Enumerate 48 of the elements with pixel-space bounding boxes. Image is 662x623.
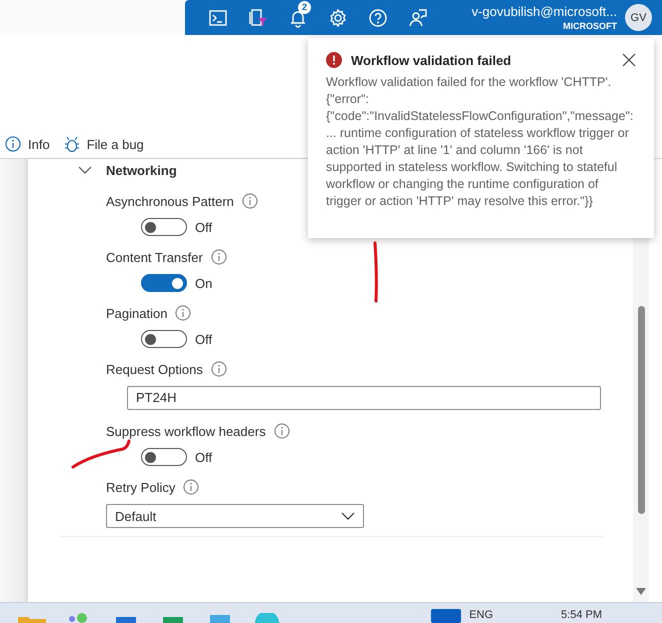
scrollbar-thumb[interactable] <box>638 306 644 514</box>
notification-message: Workflow validation failed for the workflow 'CHTTP'. {"error": {"code":"InvalidStatelessFlowConfiguration","message":... runtime configuration of stateless workflow trigger or action 'HTTP' at line '1' and column '166' is not supported in stateless workflow. Switching to stateful workflow or changing the runtime configuration of trigger or action 'HTTP' may resolve this error."}} <box>326 74 634 210</box>
toggle-state: Off <box>195 450 212 464</box>
toolbar-link[interactable]: File a bug <box>86 136 144 152</box>
section-title[interactable]: Networking <box>106 162 177 178</box>
info-icon[interactable] <box>5 136 21 152</box>
toolbar-link[interactable]: Info <box>28 136 50 152</box>
chevron-icon <box>341 512 355 520</box>
setting-label: Suppress workflow headers <box>106 424 266 438</box>
language-indicator[interactable]: ENG <box>469 609 494 621</box>
toggle-switch[interactable] <box>141 274 187 292</box>
filter-icon[interactable] <box>248 8 268 28</box>
info-icon[interactable] <box>242 193 258 209</box>
toggle-state: Off <box>195 332 212 346</box>
app-icon[interactable] <box>431 609 462 623</box>
toggle-state: On <box>195 276 212 290</box>
clock[interactable]: 5:54 PM <box>561 609 602 621</box>
account-org: MICROSOFT <box>562 20 617 32</box>
error-icon <box>326 52 342 68</box>
dropdown[interactable]: Default <box>106 504 364 528</box>
info-icon[interactable] <box>274 423 290 439</box>
account-name[interactable]: v-govubilish@microsoft... <box>472 4 617 20</box>
setting-label: Request Options <box>106 362 203 376</box>
info-icon[interactable] <box>210 249 227 265</box>
input-field[interactable]: PT24H <box>127 386 601 410</box>
close-icon[interactable] <box>622 53 636 67</box>
info-icon[interactable] <box>183 479 200 495</box>
help-icon[interactable] <box>368 8 388 28</box>
notification-title: Workflow validation failed <box>351 52 512 68</box>
annotation-mark <box>70 438 132 470</box>
notification-badge: 2 <box>298 0 311 14</box>
feedback-icon[interactable] <box>408 8 428 28</box>
info-icon[interactable] <box>210 361 227 377</box>
setting-label: Content Transfer <box>106 250 203 264</box>
toggle-switch[interactable] <box>141 448 187 466</box>
toggle-switch[interactable] <box>141 218 187 236</box>
bug-icon[interactable] <box>64 135 80 153</box>
toggle-switch[interactable] <box>141 330 187 348</box>
setting-label: Pagination <box>106 306 168 320</box>
setting-label: Asynchronous Pattern <box>106 194 234 208</box>
terminal-icon[interactable] <box>208 8 228 28</box>
chevron-icon[interactable] <box>78 165 92 175</box>
toggle-state: Off <box>195 220 212 234</box>
info-icon[interactable] <box>175 305 192 321</box>
setting-label: Retry Policy <box>106 480 176 494</box>
settings-icon[interactable] <box>328 8 348 28</box>
scroll-down-icon[interactable] <box>636 588 646 596</box>
avatar[interactable]: GV <box>625 4 652 31</box>
